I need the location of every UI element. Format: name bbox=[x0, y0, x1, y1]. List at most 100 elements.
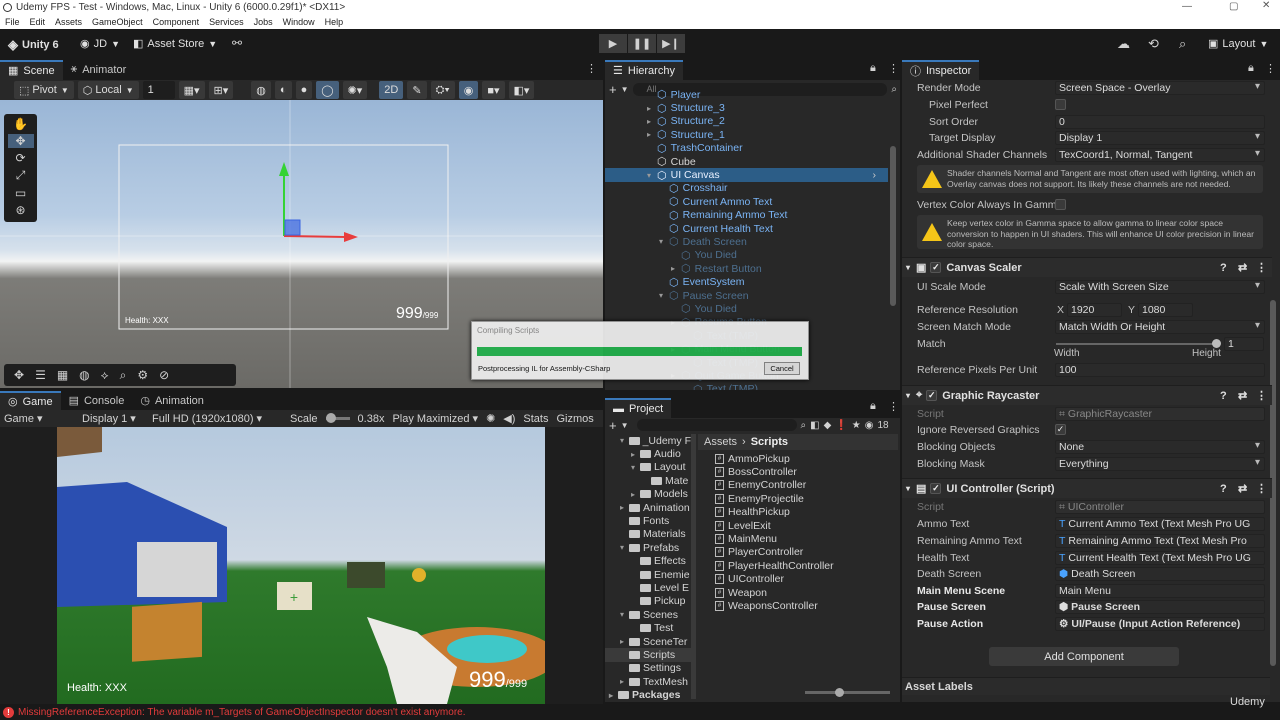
scale-slider-thumb[interactable] bbox=[325, 413, 336, 423]
menu-help[interactable]: Help bbox=[325, 17, 344, 27]
navmesh-icon[interactable]: ⟡ bbox=[101, 368, 109, 383]
visibility-button[interactable]: ◉ bbox=[458, 81, 479, 99]
help-icon[interactable]: ? bbox=[1220, 262, 1227, 274]
project-folder-item[interactable]: Mate bbox=[605, 474, 691, 487]
hierarchy-item[interactable]: ▾ ⬡ UI Canvas › bbox=[605, 168, 888, 182]
search-filter-icon[interactable]: ⌕ bbox=[801, 420, 807, 431]
project-folder-item[interactable]: ▾ Layout bbox=[605, 461, 691, 474]
error-filter-icon[interactable]: ❗ bbox=[835, 420, 847, 431]
search-icon[interactable]: ⌕ bbox=[1179, 36, 1186, 52]
display-dropdown[interactable]: Display 1 ▾ bbox=[82, 412, 144, 425]
ui-controller-enabled-checkbox[interactable]: ✓ bbox=[930, 483, 942, 494]
hierarchy-item[interactable]: ⬡ Crosshair bbox=[605, 182, 888, 195]
icon-size-slider-thumb[interactable] bbox=[835, 688, 844, 697]
ref-y-field[interactable]: 1080 bbox=[1138, 303, 1193, 317]
target-display-dropdown[interactable]: Display 1 bbox=[1055, 131, 1265, 145]
hierarchy-item[interactable]: ⬡ You Died bbox=[605, 249, 888, 262]
remaining-ammo-field[interactable]: T Remaining Ammo Text (Text Mesh Pro bbox=[1055, 534, 1265, 548]
script-file-item[interactable]: # PlayerController bbox=[715, 546, 895, 559]
grid-icon[interactable]: ▦ bbox=[57, 368, 68, 382]
component-menu-icon[interactable]: ⋮ bbox=[1256, 389, 1267, 402]
align-icon[interactable]: ☰ bbox=[35, 368, 46, 382]
zoom-icon[interactable]: ⌕ bbox=[120, 368, 127, 383]
foldout-arrow-icon[interactable]: ▾ bbox=[906, 391, 910, 400]
hierarchy-item[interactable]: ▾ ⬡ Pause Screen bbox=[605, 289, 888, 303]
cloud-icon[interactable]: ☁ bbox=[1117, 36, 1130, 52]
pixel-perfect-checkbox[interactable] bbox=[1055, 99, 1066, 110]
hierarchy-item[interactable]: ▾ ⬡ Death Screen bbox=[605, 235, 888, 249]
gizmos-button[interactable]: Gizmos bbox=[556, 413, 593, 425]
foldout-arrow-icon[interactable]: ▾ bbox=[659, 291, 669, 300]
layout-dropdown[interactable]: ▣ Layout ▼ bbox=[1208, 37, 1268, 51]
move-tool-icon[interactable]: ✥ bbox=[7, 134, 34, 148]
grid-snap-button[interactable]: ▦▾ bbox=[178, 81, 205, 99]
script-file-item[interactable]: # AmmoPickup bbox=[715, 452, 895, 465]
breadcrumb-scripts[interactable]: Scripts bbox=[751, 436, 788, 448]
wireframe-button[interactable]: ● bbox=[295, 81, 313, 99]
label-filter-icon[interactable]: ◆ bbox=[824, 420, 832, 431]
menu-component[interactable]: Component bbox=[153, 17, 200, 27]
hierarchy-item[interactable]: ⬡Text (TMP) bbox=[605, 383, 888, 390]
hand-tool-icon[interactable]: ✋ bbox=[13, 117, 28, 131]
death-screen-field[interactable]: ⬢ Death Screen bbox=[1055, 567, 1265, 581]
menu-gameobject[interactable]: GameObject bbox=[92, 17, 143, 27]
minimize-button[interactable]: — bbox=[1182, 1, 1192, 12]
menu-services[interactable]: Services bbox=[209, 17, 244, 27]
project-folder-item[interactable]: Effects bbox=[605, 555, 691, 568]
foldout-arrow-icon[interactable]: ▸ bbox=[647, 104, 657, 113]
add-component-button[interactable]: Add Component bbox=[989, 647, 1179, 666]
project-folder-item[interactable]: ▾ Scenes bbox=[605, 608, 691, 621]
script-file-item[interactable]: # PlayerHealthController bbox=[715, 559, 895, 572]
hierarchy-item[interactable]: ⬡ Player bbox=[605, 88, 888, 102]
foldout-arrow-icon[interactable]: ▾ bbox=[659, 237, 669, 246]
camera-icon[interactable]: ⚙ bbox=[137, 368, 148, 382]
game-view-dropdown[interactable]: Game ▾ bbox=[4, 412, 74, 425]
transform-tool-icon[interactable]: ⊛ bbox=[15, 203, 25, 217]
menu-file[interactable]: File bbox=[5, 17, 20, 27]
camera-button[interactable]: ■▾ bbox=[482, 81, 505, 99]
lock-icon[interactable]: 🔒︎ bbox=[1248, 62, 1254, 75]
reference-ppu-field[interactable]: 100 bbox=[1055, 363, 1265, 377]
graphic-raycaster-header[interactable]: ▾ ⌖ ✓ Graphic Raycaster ? ⇄ ⋮ bbox=[902, 385, 1272, 405]
grid-size-field[interactable]: 1 bbox=[142, 81, 175, 99]
script-file-item[interactable]: # EnemyProjectile bbox=[715, 492, 895, 505]
move-plane-handle[interactable] bbox=[284, 219, 301, 236]
project-folder-item[interactable]: Materials bbox=[605, 528, 691, 541]
mute-icon[interactable]: ◀) bbox=[503, 412, 515, 425]
script-file-item[interactable]: # LevelExit bbox=[715, 519, 895, 532]
tab-scene[interactable]: ▦ Scene bbox=[0, 59, 63, 80]
hierarchy-scrollbar[interactable] bbox=[890, 146, 896, 306]
menu-window[interactable]: Window bbox=[283, 17, 315, 27]
tab-hierarchy[interactable]: ☰ Hierarchy bbox=[605, 59, 683, 80]
menu-assets[interactable]: Assets bbox=[55, 17, 82, 27]
component-menu-icon[interactable]: ⋮ bbox=[1256, 482, 1267, 495]
scale-slider[interactable] bbox=[325, 413, 350, 423]
pause-action-field[interactable]: ⚙ UI/Pause (Input Action Reference) bbox=[1055, 617, 1265, 631]
fx-button[interactable]: ⛭▾ bbox=[430, 81, 455, 99]
maximize-button[interactable]: ▢ bbox=[1229, 1, 1238, 12]
script-file-item[interactable]: # Weapon bbox=[715, 586, 895, 599]
snap-icon[interactable]: ✥ bbox=[14, 368, 24, 382]
foldout-arrow-icon[interactable]: ▸ bbox=[620, 637, 629, 646]
script-file-item[interactable]: # MainMenu bbox=[715, 532, 895, 545]
hierarchy-item[interactable]: ▸ ⬡ Structure_1 bbox=[605, 128, 888, 142]
ref-x-field[interactable]: 1920 bbox=[1067, 303, 1122, 317]
add-icon[interactable]: + bbox=[609, 418, 617, 433]
foldout-arrow-icon[interactable]: ▸ bbox=[631, 450, 640, 459]
status-bar[interactable]: ! MissingReferenceException: The variabl… bbox=[0, 696, 1280, 720]
vertex-color-checkbox[interactable] bbox=[1055, 199, 1066, 210]
frame-debugger-icon[interactable]: ✺ bbox=[486, 412, 495, 425]
gizmo-button[interactable]: ◧▾ bbox=[508, 81, 535, 99]
project-folder-item[interactable]: ▸ Packages bbox=[605, 688, 691, 701]
project-tree-scrollbar[interactable] bbox=[691, 434, 696, 699]
compass-icon[interactable]: ⊘ bbox=[159, 368, 169, 382]
more-options-icon[interactable]: ⋮ bbox=[586, 62, 597, 75]
menu-edit[interactable]: Edit bbox=[30, 17, 46, 27]
match-slider[interactable] bbox=[1056, 339, 1221, 348]
hierarchy-item[interactable]: ▸ ⬡ Structure_2 bbox=[605, 115, 888, 128]
version-control-icon[interactable]: ⚯ bbox=[232, 36, 242, 50]
project-search-input[interactable] bbox=[636, 419, 797, 431]
render-mode-button[interactable]: ◍ bbox=[251, 81, 271, 99]
tab-animation[interactable]: ◷ Animation bbox=[132, 391, 212, 411]
blocking-objects-dropdown[interactable]: None bbox=[1055, 440, 1265, 454]
